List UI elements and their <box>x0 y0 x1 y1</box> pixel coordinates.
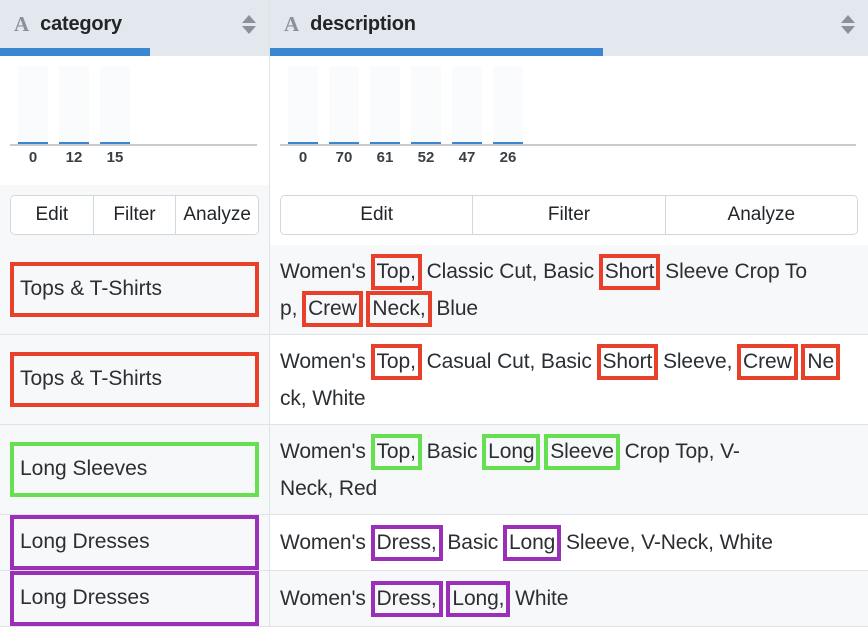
cell-description[interactable]: Women's Dress, Long, White <box>270 571 868 626</box>
cell-description[interactable]: Women's Top, Classic Cut, Basic Short Sl… <box>270 245 868 334</box>
histogram-bar <box>288 66 318 144</box>
highlight-box: Long <box>482 434 540 470</box>
column-accent-strip-description <box>270 48 868 56</box>
column-name-description: description <box>310 13 840 36</box>
description-line: Neck, Red <box>280 470 740 507</box>
histogram-bar <box>100 66 130 144</box>
histogram-tick-label: 47 <box>452 149 482 166</box>
column-actions-category: EditFilterAnalyze <box>0 185 270 245</box>
description-line: Women's Top, Classic Cut, Basic Short Sl… <box>280 253 807 290</box>
category-value: Long Dresses <box>10 515 259 569</box>
column-accent-strip-category <box>0 48 269 56</box>
cell-description[interactable]: Women's Dress, Basic Long Sleeve, V-Neck… <box>270 515 868 570</box>
histogram-tick-label: 26 <box>493 149 523 166</box>
column-header-category[interactable]: A category 0 12 15 <box>0 0 270 185</box>
cell-category[interactable]: Tops & T-Shirts <box>0 245 270 334</box>
column-action-analyze-button[interactable]: Analyze <box>176 196 258 234</box>
table-row[interactable]: Long Dresses Women's Dress, Basic Long Sl… <box>0 515 868 571</box>
column-action-edit-button[interactable]: Edit <box>11 196 94 234</box>
sort-updown-icon[interactable] <box>840 13 856 35</box>
description-line: Women's Top, Basic Long Sleeve Crop Top,… <box>280 433 740 470</box>
cell-category[interactable]: Long Dresses <box>0 515 270 570</box>
description-value: Women's Dress, Basic Long Sleeve, V-Neck… <box>280 524 773 561</box>
description-line: Women's Dress, Long, White <box>280 580 568 617</box>
highlight-box: Long, <box>446 581 510 617</box>
histogram-bar <box>329 66 359 144</box>
histogram-tick-label: 0 <box>288 149 318 166</box>
column-action-filter-button[interactable]: Filter <box>94 196 177 234</box>
column-histogram-category: 0 12 15 <box>0 56 269 185</box>
highlight-box: Neck, <box>366 291 431 327</box>
category-value: Long Dresses <box>10 571 259 625</box>
column-actions-description: EditFilterAnalyze <box>270 185 868 245</box>
sort-updown-icon[interactable] <box>241 13 257 35</box>
text-type-icon: A <box>284 14 299 35</box>
table-row[interactable]: Long Sleeves Women's Top, Basic Long Slee… <box>0 425 868 515</box>
histogram-axis <box>10 144 257 146</box>
description-line: Women's Top, Casual Cut, Basic Short Sle… <box>280 343 839 380</box>
highlight-box: Crew <box>737 344 798 380</box>
highlight-box: Long <box>503 525 561 561</box>
histogram-bar <box>411 66 441 144</box>
column-name-category: category <box>40 13 241 36</box>
text-type-icon: A <box>14 14 29 35</box>
category-value: Tops & T-Shirts <box>10 352 259 406</box>
histogram-tick-labels: 0 70 61 52 47 26 <box>288 149 534 166</box>
cell-description[interactable]: Women's Top, Casual Cut, Basic Short Sle… <box>270 335 868 424</box>
description-line: Women's Dress, Basic Long Sleeve, V-Neck… <box>280 524 773 561</box>
highlight-box: Dress, <box>371 581 443 617</box>
highlight-box: Dress, <box>371 525 443 561</box>
highlight-box: Crew <box>302 291 363 327</box>
table-row[interactable]: Tops & T-Shirts Women's Top, Casual Cut, … <box>0 335 868 425</box>
category-value: Tops & T-Shirts <box>10 262 259 316</box>
category-value: Long Sleeves <box>10 442 259 496</box>
description-value: Women's Dress, Long, White <box>280 580 568 617</box>
histogram-tick-labels: 0 12 15 <box>18 149 141 166</box>
histogram-tick-label: 52 <box>411 149 441 166</box>
highlight-box: Short <box>599 254 661 290</box>
grid-body: Tops & T-Shirts Women's Top, Classic Cut,… <box>0 245 868 638</box>
column-title-bar-description[interactable]: A description <box>270 0 868 48</box>
description-value: Women's Top, Classic Cut, Basic Short Sl… <box>280 253 807 327</box>
histogram-bar <box>452 66 482 144</box>
column-actions-row: EditFilterAnalyze EditFilterAnalyze <box>0 185 868 245</box>
description-line: p, Crew Neck, Blue <box>280 290 807 327</box>
column-title-bar-category[interactable]: A category <box>0 0 269 48</box>
cell-category[interactable]: Long Dresses <box>0 571 270 626</box>
description-line: ck, White <box>280 380 839 417</box>
histogram-tick-label: 70 <box>329 149 359 166</box>
table-row[interactable]: Tops & T-Shirts Women's Top, Classic Cut,… <box>0 245 868 335</box>
highlight-box: Short <box>597 344 659 380</box>
cell-category[interactable]: Tops & T-Shirts <box>0 335 270 424</box>
description-value: Women's Top, Basic Long Sleeve Crop Top,… <box>280 433 740 507</box>
column-action-analyze-button[interactable]: Analyze <box>666 196 857 234</box>
histogram-bar <box>18 66 48 144</box>
description-value: Women's Top, Casual Cut, Basic Short Sle… <box>280 343 839 417</box>
data-grid: A category 0 12 15 A description <box>0 0 868 638</box>
cell-description[interactable]: Women's Top, Basic Long Sleeve Crop Top,… <box>270 425 868 514</box>
histogram-axis <box>280 144 856 146</box>
highlight-box: Top, <box>371 254 422 290</box>
histogram-tick-label: 0 <box>18 149 48 166</box>
column-histogram-description: 0 70 61 52 47 26 <box>270 56 868 185</box>
highlight-box: Ne <box>801 344 840 380</box>
histogram-tick-label: 15 <box>100 149 130 166</box>
column-action-edit-button[interactable]: Edit <box>281 196 473 234</box>
column-header-description[interactable]: A description 0 70 61 52 47 26 <box>270 0 868 185</box>
highlight-box: Sleeve <box>544 434 620 470</box>
histogram-bar <box>370 66 400 144</box>
column-action-filter-button[interactable]: Filter <box>473 196 665 234</box>
histogram-tick-label: 61 <box>370 149 400 166</box>
table-row[interactable]: Long Dresses Women's Dress, Long, White <box>0 571 868 627</box>
highlight-box: Top, <box>371 434 422 470</box>
cell-category[interactable]: Long Sleeves <box>0 425 270 514</box>
highlight-box: Top, <box>371 344 422 380</box>
histogram-bar <box>59 66 89 144</box>
histogram-bar <box>493 66 523 144</box>
grid-header: A category 0 12 15 A description <box>0 0 868 185</box>
histogram-tick-label: 12 <box>59 149 89 166</box>
